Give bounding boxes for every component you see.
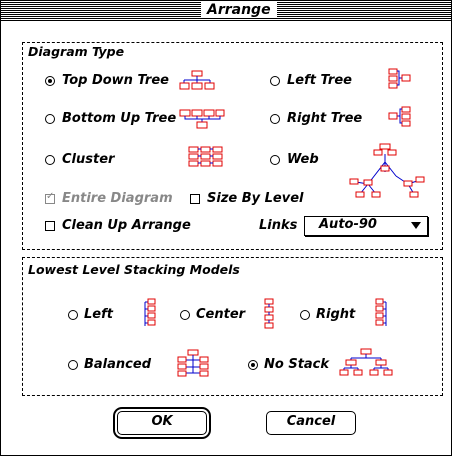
left-tree-icon: [388, 68, 411, 89]
bottom-up-tree-icon: [179, 109, 225, 129]
radio-button[interactable]: [270, 155, 280, 165]
radio-button[interactable]: [180, 310, 190, 320]
clean-up-arrange-checkbox[interactable]: Clean Up Arrange: [45, 219, 195, 235]
no-stack-icon: [339, 348, 393, 376]
checkbox[interactable]: [45, 221, 55, 231]
dropdown-arrow-icon: [411, 222, 421, 229]
entire-diagram-checkbox[interactable]: ✓ Entire Diagram: [45, 191, 175, 208]
radio-button[interactable]: [270, 114, 280, 124]
links-value: Auto-90: [319, 217, 377, 232]
radio-button[interactable]: [270, 76, 280, 86]
right-tree-icon: [388, 106, 411, 127]
radio-cluster[interactable]: Cluster: [45, 153, 165, 169]
option-label: No Stack: [264, 357, 330, 372]
radio-stack-right[interactable]: Right: [300, 308, 360, 324]
option-label: Right: [316, 307, 356, 322]
radio-stack-balanced[interactable]: Balanced: [68, 358, 158, 374]
check-mark-icon: ✓: [46, 191, 55, 202]
web-icon: [349, 143, 425, 198]
size-by-level-checkbox[interactable]: Size By Level: [190, 192, 320, 208]
checkbox[interactable]: [190, 194, 200, 204]
radio-button[interactable]: [248, 360, 258, 370]
stack-right-icon: [375, 298, 387, 326]
radio-stack-center[interactable]: Center: [180, 308, 260, 324]
radio-button[interactable]: [45, 114, 55, 124]
stacking-title: Lowest Level Stacking Models: [28, 262, 240, 277]
radio-left-tree[interactable]: Left Tree: [270, 74, 380, 90]
radio-button[interactable]: [45, 155, 55, 165]
option-label: Clean Up Arrange: [62, 218, 191, 233]
option-label: Bottom Up Tree: [62, 111, 177, 126]
links-label: Links: [259, 218, 298, 233]
links-select[interactable]: Auto-90: [304, 216, 428, 236]
radio-no-stack[interactable]: No Stack: [248, 358, 338, 374]
radio-stack-left[interactable]: Left: [68, 308, 128, 324]
option-label: Web: [287, 152, 319, 167]
title-bar[interactable]: Arrange: [1, 1, 451, 21]
option-label: Center: [196, 307, 246, 322]
option-label: Right Tree: [287, 111, 363, 126]
option-label: Left: [84, 307, 113, 322]
radio-button[interactable]: [300, 310, 310, 320]
window-title: Arrange: [201, 2, 277, 18]
radio-button[interactable]: [45, 76, 55, 86]
radio-web[interactable]: Web: [270, 153, 350, 169]
diagram-type-title: Diagram Type: [28, 44, 125, 59]
stack-left-icon: [144, 298, 156, 326]
cancel-button[interactable]: Cancel: [266, 411, 356, 435]
radio-button[interactable]: [68, 360, 78, 370]
ok-button[interactable]: OK: [117, 411, 207, 435]
option-label: Balanced: [84, 357, 151, 372]
stack-center-icon: [264, 298, 274, 329]
option-label: Top Down Tree: [62, 73, 169, 88]
option-label: Size By Level: [207, 191, 304, 206]
radio-right-tree[interactable]: Right Tree: [270, 112, 380, 128]
cluster-icon: [188, 146, 223, 167]
radio-button[interactable]: [68, 310, 78, 320]
option-label: Entire Diagram: [62, 191, 173, 206]
stack-balanced-icon: [177, 349, 209, 377]
option-label: Cluster: [62, 152, 115, 167]
top-down-tree-icon: [179, 70, 215, 90]
option-label: Left Tree: [287, 73, 352, 88]
